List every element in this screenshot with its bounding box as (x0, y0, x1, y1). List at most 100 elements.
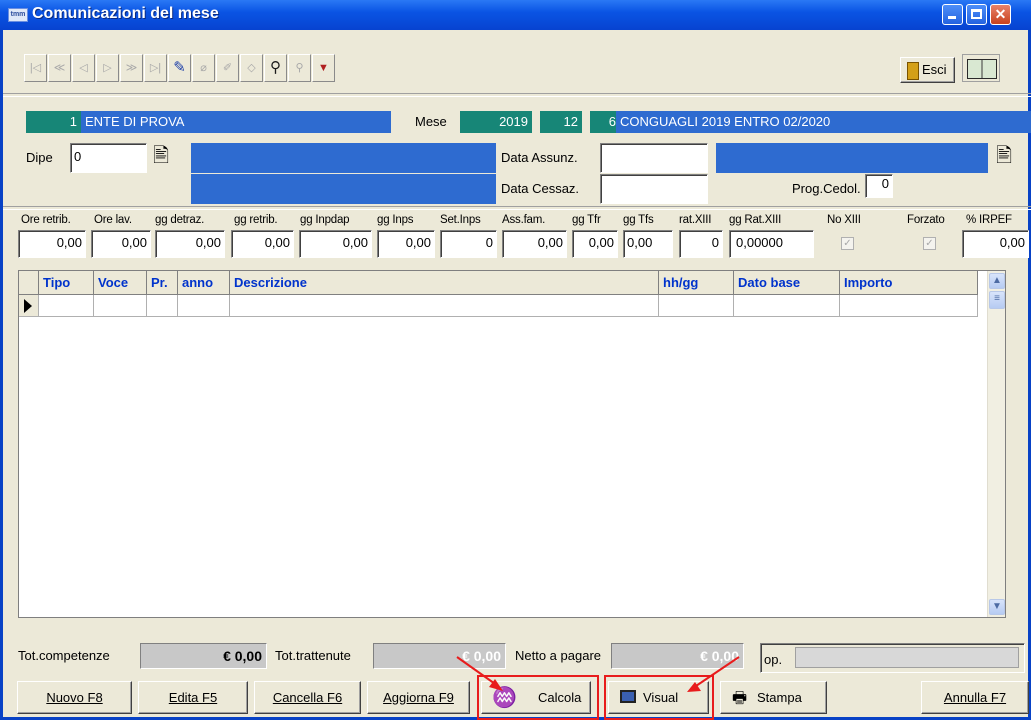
prev-record-button[interactable]: ◁ (72, 54, 95, 82)
table-cell[interactable] (840, 295, 978, 317)
data-cessaz-label: Data Cessaz. (501, 181, 580, 196)
employee-info-field (716, 143, 988, 173)
prog-cedol-input[interactable]: 0 (865, 174, 893, 198)
vertical-scrollbar[interactable]: ▲ ≡ ▼ (987, 271, 1005, 617)
table-cell[interactable] (659, 295, 734, 317)
data-cessaz-input[interactable] (600, 174, 708, 204)
ass-fam-input[interactable]: 0,00 (502, 230, 567, 258)
prev-page-button[interactable]: ≪ (48, 54, 71, 82)
table-cell[interactable] (734, 295, 840, 317)
table-cell[interactable] (39, 295, 94, 317)
annotation-arrows (456, 656, 740, 692)
no-xiii-checkbox[interactable]: ✓ (841, 237, 854, 250)
title-bar[interactable]: tmm Comunicazioni del mese ✕ (0, 0, 1031, 30)
search-button[interactable]: ⚲ (264, 54, 287, 82)
main-window: tmm Comunicazioni del mese ✕ |◁ ≪ ◁ ▷ ≫ … (0, 0, 1031, 720)
dipe-lookup-icon[interactable]: 🖹 (153, 143, 183, 169)
dipe-label: Dipe (26, 150, 53, 165)
scroll-up-button[interactable]: ▲ (989, 273, 1005, 289)
header-separator (3, 206, 1031, 210)
irpef-label: % IRPEF (966, 214, 1012, 226)
ore-retrib-input[interactable]: 0,00 (18, 230, 86, 258)
cancel-edit-button[interactable]: ◇ (240, 54, 263, 82)
grip-icon: ≡ (994, 293, 1000, 304)
table-cell[interactable] (147, 295, 178, 317)
employee-address-field (191, 174, 496, 204)
employee-lookup-icon[interactable]: 🖹 (996, 143, 1026, 169)
delete-record-button[interactable]: ⌀ (192, 54, 215, 82)
operator-value (795, 647, 1019, 668)
set-inps-input[interactable]: 0 (440, 230, 497, 258)
rat-xiii-input[interactable]: 0 (679, 230, 723, 258)
last-record-button[interactable]: ▷| (144, 54, 167, 82)
op-label: op. (764, 652, 783, 667)
employee-name-field (191, 143, 496, 173)
gg-detraz-input[interactable]: 0,00 (155, 230, 225, 258)
items-grid[interactable]: Tipo Voce Pr. anno Descrizione hh/gg Dat… (18, 270, 1006, 618)
exit-label: Esci (922, 62, 947, 77)
current-row-icon (24, 299, 32, 313)
search-next-button[interactable]: ⚲ (288, 54, 311, 82)
mese-label: Mese (415, 114, 447, 129)
gg-rat-xiii-input[interactable]: 0,00000 (729, 230, 814, 258)
table-cell[interactable] (178, 295, 230, 317)
edita-button[interactable]: Edita F5 (138, 681, 248, 714)
scroll-thumb[interactable]: ≡ (989, 291, 1005, 309)
column-header-hh-gg[interactable]: hh/gg (659, 271, 734, 295)
year-field[interactable]: 2019 (460, 111, 532, 133)
fast-forward-icon: ≫ (125, 62, 138, 74)
exit-button[interactable]: Esci (900, 57, 955, 83)
column-header-descrizione[interactable]: Descrizione (230, 271, 659, 295)
forzato-label: Forzato (907, 214, 945, 226)
first-record-button[interactable]: |◁ (24, 54, 47, 82)
help-book-button[interactable] (962, 54, 1000, 82)
gg-tfs-input[interactable]: 0,00 (623, 230, 673, 258)
gg-tfr-input[interactable]: 0,00 (572, 230, 618, 258)
row-indicator[interactable] (19, 295, 39, 317)
table-cell[interactable] (230, 295, 659, 317)
forzato-checkbox[interactable]: ✓ (923, 237, 936, 250)
dipe-input[interactable]: 0 (70, 143, 147, 173)
scroll-down-button[interactable]: ▼ (989, 599, 1005, 615)
minimize-button[interactable] (942, 4, 963, 25)
edit-record-button[interactable]: ✐ (216, 54, 239, 82)
column-header-voce[interactable]: Voce (94, 271, 147, 295)
column-header-pr[interactable]: Pr. (147, 271, 178, 295)
data-assunz-label: Data Assunz. (501, 150, 578, 165)
maximize-button[interactable] (966, 4, 987, 25)
gg-inpdap-input[interactable]: 0,00 (299, 230, 372, 258)
arrow-to-visual (692, 656, 740, 689)
eraser-icon: ⌀ (200, 62, 207, 74)
arrow-to-calcola (456, 656, 499, 687)
gg-detraz-label: gg detraz. (155, 214, 205, 226)
edit-icon: ✐ (222, 62, 233, 74)
next-record-button[interactable]: ▷ (96, 54, 119, 82)
month-field[interactable]: 12 (540, 111, 582, 133)
no-xiii-label: No XIII (827, 214, 861, 226)
door-icon (907, 62, 919, 80)
data-assunz-input[interactable] (600, 143, 708, 173)
table-cell[interactable] (94, 295, 147, 317)
toolbar-separator (3, 93, 1031, 97)
annulla-button[interactable]: Annulla F7 (921, 681, 1029, 714)
close-icon: ✕ (994, 6, 1007, 22)
tot-competenze-label: Tot.competenze (18, 648, 110, 663)
filter-button[interactable]: ▼ (312, 54, 335, 82)
cancella-button[interactable]: Cancella F6 (254, 681, 361, 714)
irpef-input[interactable]: 0,00 (962, 230, 1029, 258)
nuovo-button[interactable]: Nuovo F8 (17, 681, 132, 714)
window-title: Comunicazioni del mese (32, 5, 219, 22)
column-header-importo[interactable]: Importo (840, 271, 978, 295)
insert-record-button[interactable]: ✎ (168, 54, 191, 82)
column-header-tipo[interactable]: Tipo (39, 271, 94, 295)
gg-inps-input[interactable]: 0,00 (377, 230, 435, 258)
gg-tfr-label: gg Tfr (572, 214, 601, 226)
ore-lav-input[interactable]: 0,00 (91, 230, 151, 258)
close-button[interactable]: ✕ (990, 4, 1011, 25)
app-icon: tmm (8, 8, 28, 22)
column-header-anno[interactable]: anno (178, 271, 230, 295)
tot-trattenute-label: Tot.trattenute (275, 648, 351, 663)
column-header-dato-base[interactable]: Dato base (734, 271, 840, 295)
next-page-button[interactable]: ≫ (120, 54, 143, 82)
gg-retrib-input[interactable]: 0,00 (231, 230, 294, 258)
